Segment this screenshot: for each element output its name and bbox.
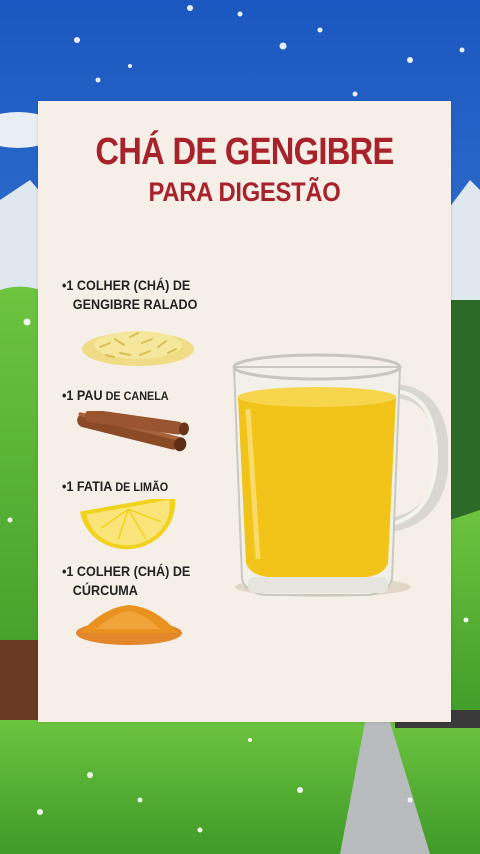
poster-title: CHÁ DE GENGIBRE	[95, 131, 394, 173]
tea-mug-icon	[232, 353, 448, 597]
ingredient-lemon: •1 FATIA DE LIMÃO	[62, 477, 168, 497]
turmeric-powder-icon	[76, 605, 182, 645]
lemon-slice-icon	[80, 499, 176, 550]
grated-ginger-icon	[82, 331, 194, 366]
ingredient-cinnamon-name: DE CANELA	[102, 389, 169, 403]
ingredient-ginger-line1: 1 COLHER (CHÁ) DE	[66, 277, 191, 293]
ingredient-ginger-line2: GENGIBRE RALADO	[72, 296, 198, 312]
ingredient-turmeric-line1: 1 COLHER (CHÁ) DE	[66, 563, 191, 579]
ingredient-turmeric: •1 COLHER (CHÁ) DE CÚRCUMA	[62, 562, 190, 600]
recipe-card: CHÁ DE GENGIBRE PARA DIGESTÃO •1 COLHER …	[38, 101, 451, 722]
ingredient-cinnamon: •1 PAU DE CANELA	[62, 386, 169, 406]
ingredient-lemon-name: DE LIMÃO	[112, 480, 169, 494]
ingredient-lemon-qty: 1 FATIA	[66, 478, 113, 494]
ingredient-cinnamon-qty: 1 PAU	[66, 387, 103, 403]
poster-subtitle: PARA DIGESTÃO	[148, 177, 341, 207]
ingredient-ginger: •1 COLHER (CHÁ) DE GENGIBRE RALADO	[62, 276, 197, 314]
ingredient-turmeric-line2: CÚRCUMA	[72, 582, 138, 598]
cinnamon-stick-icon	[77, 411, 189, 452]
